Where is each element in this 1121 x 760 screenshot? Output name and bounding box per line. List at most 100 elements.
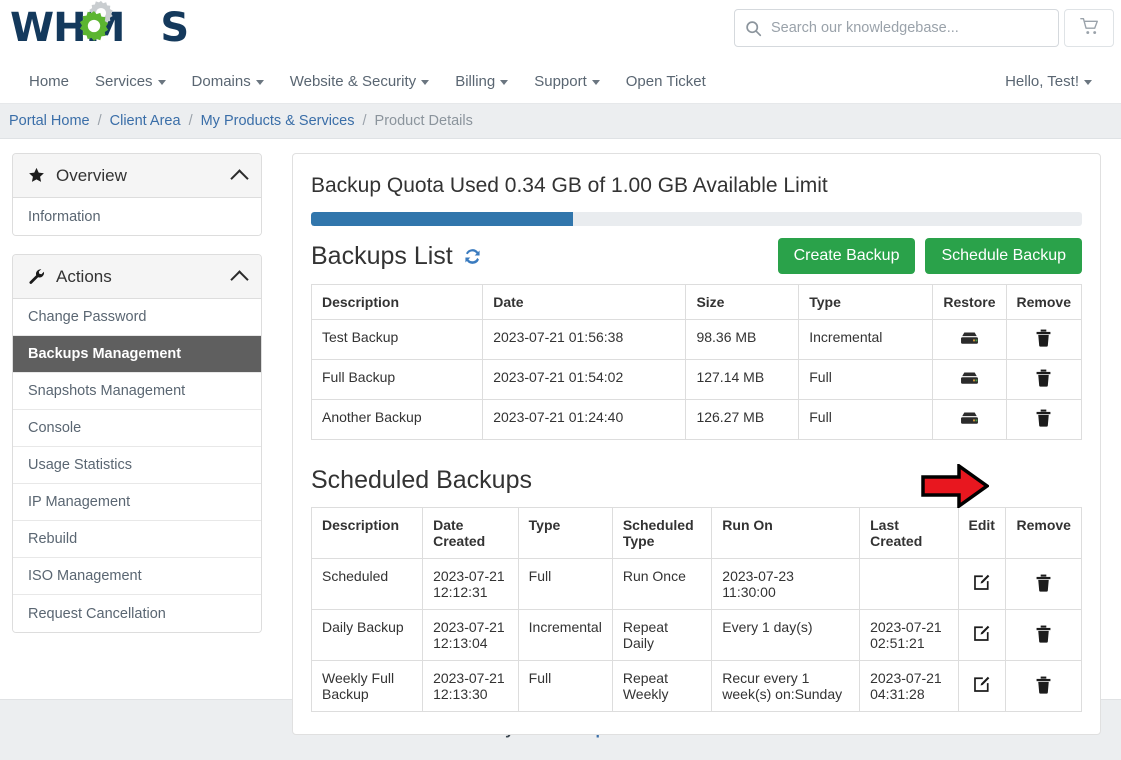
search-input[interactable] [771, 11, 1058, 45]
col-description: Description [310, 507, 424, 559]
star-icon [28, 167, 52, 184]
sidebar-item-label: Request Cancellation [28, 605, 166, 622]
sidebar-item-rebuild[interactable]: Rebuild [13, 521, 261, 558]
col-scheduled-type: Scheduled Type [611, 507, 713, 559]
cell-size: 98.36 MB [685, 319, 800, 360]
server-restore-icon[interactable] [960, 371, 979, 386]
sidebar-item-label: ISO Management [28, 568, 142, 584]
cell-edit [957, 558, 1007, 610]
backup-quota-title: Backup Quota Used 0.34 GB of 1.00 GB Ava… [311, 174, 828, 197]
chevron-up-icon[interactable] [230, 269, 249, 289]
cell-remove [1005, 399, 1083, 440]
cell-description: Scheduled [310, 558, 424, 610]
sidebar-item-usage-statistics[interactable]: Usage Statistics [13, 447, 261, 484]
cell-remove [1005, 359, 1083, 400]
sidebar-item-console[interactable]: Console [13, 410, 261, 447]
col-restore: Restore [932, 284, 1007, 320]
breadcrumb-item-client-area[interactable]: Client Area [110, 113, 181, 129]
cell-type: Full [517, 660, 613, 712]
col-date-created: Date Created [422, 507, 519, 559]
create-backup-button[interactable]: Create Backup [777, 238, 916, 274]
table-row: Weekly Full Backup 2023-07-21 12:13:30 F… [310, 660, 1082, 712]
trash-icon[interactable] [1036, 409, 1051, 427]
trash-icon[interactable] [1036, 329, 1051, 347]
nav-item-billing[interactable]: Billing [442, 60, 521, 104]
schedule-backup-button[interactable]: Schedule Backup [925, 238, 1082, 274]
col-description: Description [310, 284, 484, 320]
cell-type: Full [798, 399, 934, 440]
sidebar-item-request-cancellation[interactable]: Request Cancellation [13, 595, 261, 632]
sidebar-item-backups-management[interactable]: Backups Management [13, 336, 261, 373]
cell-run-on: Every 1 day(s) [711, 609, 861, 661]
cell-edit [957, 660, 1007, 712]
col-remove: Remove [1005, 507, 1082, 559]
edit-pencil-icon[interactable] [973, 574, 990, 591]
nav-label: Support [534, 72, 587, 90]
col-edit: Edit [957, 507, 1007, 559]
cell-remove [1005, 660, 1082, 712]
cell-scheduled-type: Repeat Weekly [611, 660, 713, 712]
sidebar-item-iso-management[interactable]: ISO Management [13, 558, 261, 595]
col-date: Date [482, 284, 687, 320]
sidebar-item-label: Snapshots Management [28, 383, 186, 399]
cell-date-created: 2023-07-21 12:12:31 [422, 558, 519, 610]
cell-date: 2023-07-21 01:24:40 [482, 399, 687, 440]
edit-pencil-icon[interactable] [973, 676, 990, 693]
knowledgebase-search[interactable] [734, 9, 1059, 47]
server-restore-icon[interactable] [960, 411, 979, 426]
table-row: Test Backup 2023-07-21 01:56:38 98.36 MB… [310, 319, 1083, 360]
gear-green-icon [77, 9, 111, 46]
edit-pencil-icon[interactable] [973, 625, 990, 642]
trash-icon[interactable] [1036, 676, 1051, 694]
refresh-icon[interactable] [462, 246, 483, 267]
backups-list-header-row: Backups List Create Backup Schedule Back… [311, 238, 1082, 274]
nav-item-website-security[interactable]: Website & Security [277, 60, 442, 104]
whmcs-logo[interactable]: WHM S [10, 0, 189, 52]
trash-icon[interactable] [1036, 369, 1051, 387]
cell-size: 127.14 MB [685, 359, 800, 400]
table-row: Full Backup 2023-07-21 01:54:02 127.14 M… [310, 359, 1083, 400]
sidebar-item-label: Information [28, 208, 101, 225]
nav-item-open-ticket[interactable]: Open Ticket [613, 60, 719, 104]
server-restore-icon[interactable] [960, 331, 979, 346]
nav-item-domains[interactable]: Domains [179, 60, 277, 104]
cell-scheduled-type: Run Once [611, 558, 713, 610]
chevron-down-icon [421, 80, 430, 85]
cell-date-created: 2023-07-21 12:13:04 [422, 609, 519, 661]
cell-description: Another Backup [310, 399, 484, 440]
col-last-created: Last Created [859, 507, 959, 559]
table-row: Daily Backup 2023-07-21 12:13:04 Increme… [310, 609, 1082, 661]
breadcrumb-separator: / [362, 113, 367, 129]
backup-quota-progress [311, 212, 1082, 226]
nav-item-home[interactable]: Home [16, 60, 82, 104]
sidebar-panel-title: Overview [56, 165, 127, 185]
nav-label: Home [29, 72, 70, 90]
col-type: Type [798, 284, 934, 320]
trash-icon[interactable] [1036, 574, 1051, 592]
cell-date: 2023-07-21 01:56:38 [482, 319, 687, 360]
col-type: Type [517, 507, 613, 559]
col-size: Size [685, 284, 800, 320]
sidebar-item-ip-management[interactable]: IP Management [13, 484, 261, 521]
nav-label: Website & Security [289, 72, 417, 90]
trash-icon[interactable] [1036, 625, 1051, 643]
account-menu[interactable]: Hello, Test! [992, 60, 1105, 104]
sidebar-item-change-password[interactable]: Change Password [13, 299, 261, 336]
backup-quota-progress-fill [311, 212, 574, 226]
chevron-up-icon[interactable] [230, 168, 249, 188]
cell-description: Test Backup [310, 319, 484, 360]
breadcrumb-item-my-products-services[interactable]: My Products & Services [201, 113, 355, 129]
cell-date: 2023-07-21 01:54:02 [482, 359, 687, 400]
shopping-cart-button[interactable] [1064, 9, 1114, 47]
sidebar-panel-header-actions[interactable]: Actions [13, 255, 261, 299]
sidebar-item-snapshots-management[interactable]: Snapshots Management [13, 373, 261, 410]
nav-item-support[interactable]: Support [521, 60, 613, 104]
sidebar-item-information[interactable]: Information [13, 198, 261, 235]
cell-remove [1005, 319, 1083, 360]
sidebar-panel-header-overview[interactable]: Overview [13, 154, 261, 198]
nav-label: Services [95, 72, 153, 90]
breadcrumb-item-portal-home[interactable]: Portal Home [9, 113, 90, 129]
nav-label: Domains [191, 72, 251, 90]
backups-card: Backup Quota Used 0.34 GB of 1.00 GB Ava… [292, 153, 1101, 735]
nav-item-services[interactable]: Services [82, 60, 179, 104]
